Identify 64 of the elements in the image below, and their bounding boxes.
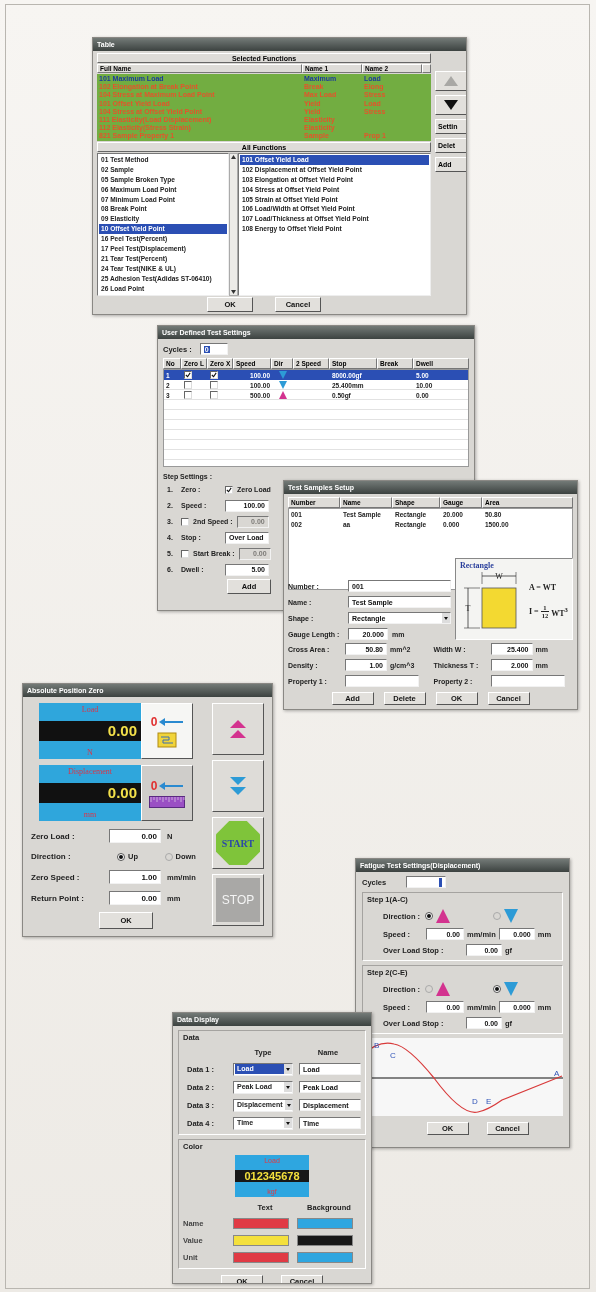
color-swatch[interactable] xyxy=(233,1218,289,1229)
gauge-icon xyxy=(157,731,177,748)
color-swatch[interactable] xyxy=(297,1235,353,1246)
color-swatch[interactable] xyxy=(233,1252,289,1263)
up-triangle-icon xyxy=(436,909,450,923)
field-label: Zero Speed : xyxy=(31,872,81,882)
readout-unit: mm xyxy=(82,810,98,819)
point-label: D xyxy=(472,1097,478,1106)
up-triangle-icon xyxy=(279,391,287,399)
column-header xyxy=(422,64,431,73)
input-field[interactable] xyxy=(406,876,447,888)
readout-value: 0.00 xyxy=(39,721,141,741)
field-label: Return Point : xyxy=(31,893,85,903)
radio-button[interactable] xyxy=(492,985,501,993)
scrollbar[interactable] xyxy=(229,153,238,296)
input-field[interactable]: 0.00 xyxy=(109,829,161,843)
jog-up-button[interactable] xyxy=(212,703,264,755)
checkbox[interactable] xyxy=(210,371,218,379)
readout-unit: N xyxy=(86,748,94,757)
move-down-button[interactable] xyxy=(435,95,466,115)
start-button[interactable]: START xyxy=(212,817,264,869)
field-label: Zero Load : xyxy=(31,831,76,841)
input-field[interactable] xyxy=(345,675,419,687)
readout-value: 0.00 xyxy=(39,783,141,803)
double-down-arrow-icon xyxy=(228,776,248,796)
left-arrow-icon xyxy=(159,781,184,790)
down-triangle-icon xyxy=(503,909,518,923)
scroll-up-arrow-icon[interactable] xyxy=(231,155,236,159)
down-arrow-icon xyxy=(444,100,458,110)
radio-button[interactable] xyxy=(425,912,433,920)
checkbox[interactable] xyxy=(184,381,192,389)
point-label: B xyxy=(374,1041,380,1050)
input-field[interactable] xyxy=(490,675,565,687)
readout-label: Load xyxy=(80,705,100,714)
up-triangle-icon xyxy=(436,982,450,996)
input-field[interactable]: 0.00 xyxy=(109,891,161,905)
input-field[interactable]: 1.00 xyxy=(109,870,161,884)
point-label: E xyxy=(486,1097,492,1106)
checkbox[interactable] xyxy=(210,391,218,399)
checkbox[interactable] xyxy=(210,381,218,389)
down-triangle-icon xyxy=(503,982,518,996)
radio-button[interactable] xyxy=(117,852,125,861)
checkbox[interactable] xyxy=(225,485,233,494)
area-formula: A = WT xyxy=(529,583,558,592)
preview-value: 012345678 xyxy=(235,1170,309,1182)
checkbox[interactable] xyxy=(184,371,192,379)
diagram-title: Rectangle xyxy=(460,561,495,570)
left-arrow-icon xyxy=(159,717,184,726)
field-label: Direction : xyxy=(31,852,72,861)
up-arrow-icon xyxy=(444,76,458,86)
point-label: C xyxy=(390,1051,396,1060)
scroll-down-arrow-icon[interactable] xyxy=(231,290,236,294)
ruler-icon xyxy=(149,795,185,808)
text-cursor-icon xyxy=(439,877,443,887)
checkbox[interactable] xyxy=(184,391,192,399)
jog-down-button[interactable] xyxy=(212,760,264,812)
color-swatch[interactable] xyxy=(297,1218,353,1229)
double-up-arrow-icon xyxy=(228,719,248,739)
readout-label: Displacement xyxy=(67,767,113,776)
color-swatch[interactable] xyxy=(233,1235,289,1246)
rectangle-dimension-drawing: W T xyxy=(460,570,524,632)
color-swatch[interactable] xyxy=(297,1252,353,1263)
zero-button[interactable]: 0 xyxy=(141,703,193,759)
point-label: A xyxy=(554,1069,560,1078)
